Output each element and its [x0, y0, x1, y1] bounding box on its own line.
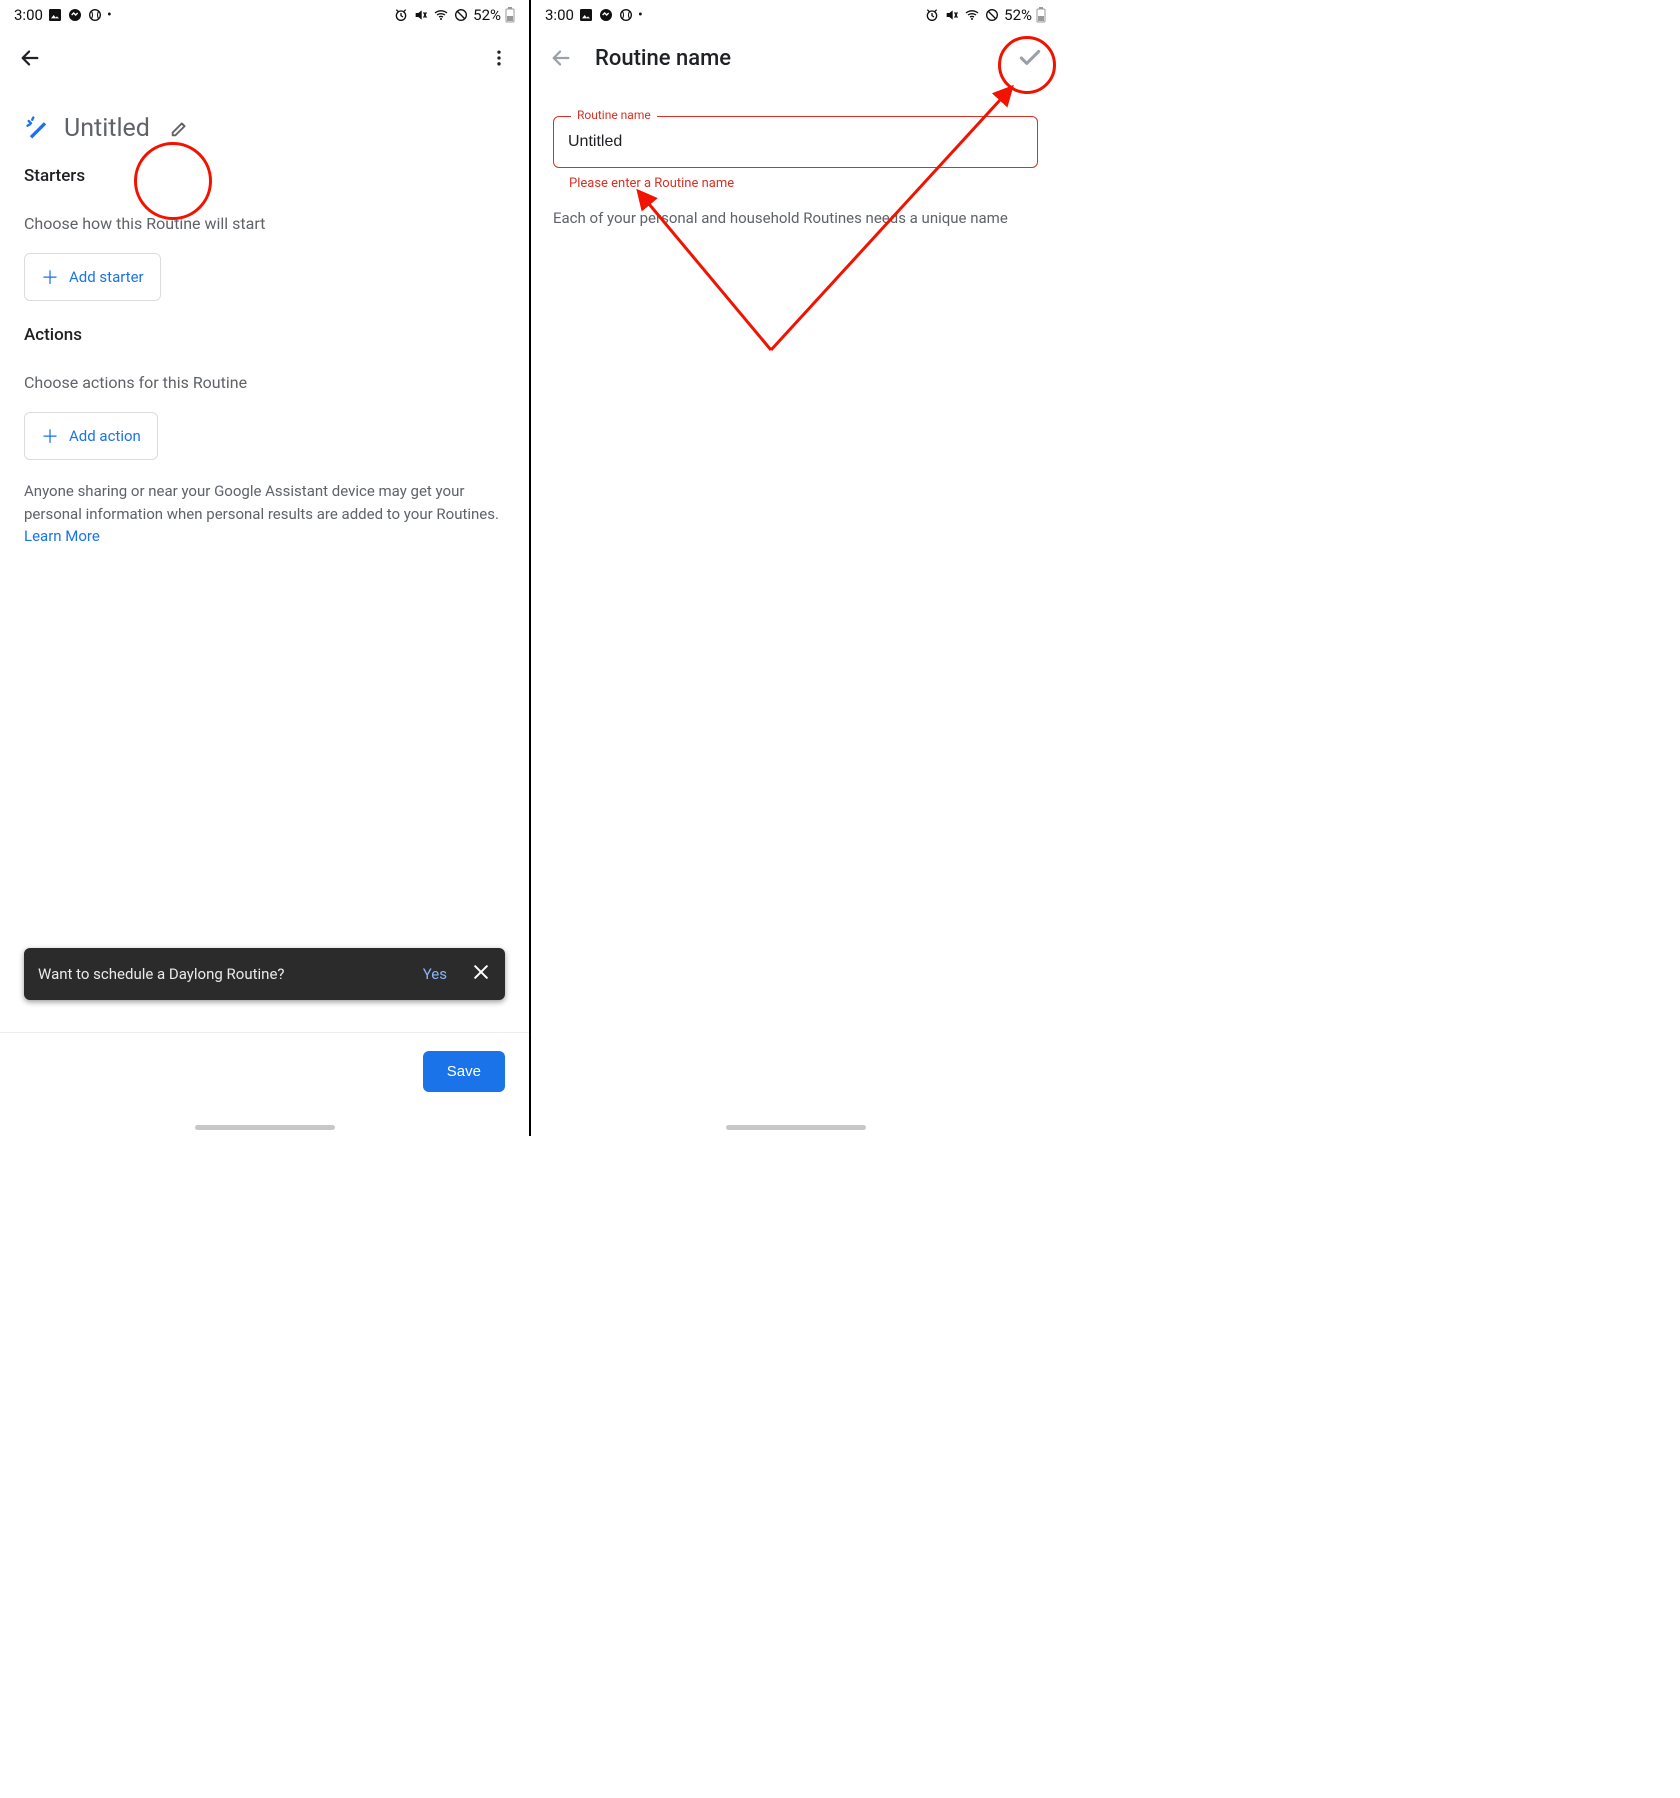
arrow-back-icon	[19, 47, 41, 69]
starters-section: Starters Choose how this Routine will st…	[0, 154, 529, 313]
add-starter-button[interactable]: ＋ Add starter	[24, 253, 161, 301]
app-bar: Routine name	[531, 30, 1060, 86]
magic-wand-icon	[24, 114, 52, 142]
screen-routine-name: 3:00 • 52% Routine name	[531, 0, 1060, 1136]
photo-icon	[47, 7, 63, 23]
learn-more-link[interactable]: Learn More	[24, 527, 100, 545]
edit-name-button[interactable]	[162, 110, 198, 146]
mute-icon	[413, 7, 429, 23]
privacy-text: Anyone sharing or near your Google Assis…	[24, 482, 499, 523]
daylong-snackbar: Want to schedule a Daylong Routine? Yes	[24, 948, 505, 1000]
add-action-label: Add action	[69, 427, 141, 445]
field-error: Please enter a Routine name	[553, 176, 1038, 191]
status-bar: 3:00 • 52%	[0, 0, 529, 30]
routine-name-field-wrap: Routine name Please enter a Routine name	[531, 86, 1060, 191]
wifi-icon	[433, 7, 449, 23]
check-icon	[1017, 45, 1043, 71]
save-button[interactable]: Save	[423, 1051, 505, 1092]
app-bar	[0, 30, 529, 86]
plus-icon: ＋	[41, 264, 59, 290]
mute-icon	[944, 7, 960, 23]
battery-icon	[505, 7, 515, 23]
wifi-icon	[964, 7, 980, 23]
screen-routine-edit: 3:00 • 52%	[0, 0, 529, 1136]
baseball-icon	[618, 7, 634, 23]
snackbar-yes-button[interactable]: Yes	[423, 965, 447, 983]
starters-subtext: Choose how this Routine will start	[24, 214, 505, 233]
helper-text: Each of your personal and household Rout…	[531, 191, 1060, 246]
arrow-back-icon	[550, 47, 572, 69]
confirm-button[interactable]	[1012, 40, 1048, 76]
no-sim-icon	[984, 7, 1000, 23]
actions-subtext: Choose actions for this Routine	[24, 373, 505, 392]
status-time: 3:00	[545, 6, 574, 24]
back-button[interactable]	[543, 40, 579, 76]
page-title: Routine name	[595, 46, 731, 71]
messenger-icon	[67, 7, 83, 23]
routine-name-input[interactable]	[553, 116, 1038, 168]
pencil-icon	[169, 117, 191, 139]
gesture-nav-bar[interactable]	[726, 1125, 866, 1130]
status-battery-text: 52%	[473, 6, 501, 24]
photo-icon	[578, 7, 594, 23]
status-bar: 3:00 • 52%	[531, 0, 1060, 30]
status-time: 3:00	[14, 6, 43, 24]
baseball-icon	[87, 7, 103, 23]
no-sim-icon	[453, 7, 469, 23]
status-battery-text: 52%	[1004, 6, 1032, 24]
field-label: Routine name	[571, 108, 657, 122]
battery-icon	[1036, 7, 1046, 23]
gesture-nav-bar[interactable]	[195, 1125, 335, 1130]
plus-icon: ＋	[41, 423, 59, 449]
alarm-icon	[924, 7, 940, 23]
overflow-menu-button[interactable]	[481, 40, 517, 76]
routine-title: Untitled	[64, 114, 150, 143]
more-notifications-dot: •	[107, 8, 112, 22]
more-vert-icon	[489, 48, 509, 68]
privacy-info: Anyone sharing or near your Google Assis…	[0, 472, 529, 556]
close-icon	[471, 962, 491, 982]
snackbar-close-button[interactable]	[471, 962, 491, 986]
starters-heading: Starters	[24, 166, 505, 186]
messenger-icon	[598, 7, 614, 23]
actions-heading: Actions	[24, 325, 505, 345]
add-starter-label: Add starter	[69, 268, 144, 286]
alarm-icon	[393, 7, 409, 23]
snackbar-text: Want to schedule a Daylong Routine?	[38, 965, 284, 983]
actions-section: Actions Choose actions for this Routine …	[0, 313, 529, 472]
back-button[interactable]	[12, 40, 48, 76]
more-notifications-dot: •	[638, 8, 643, 22]
add-action-button[interactable]: ＋ Add action	[24, 412, 158, 460]
bottom-bar: Save	[0, 1032, 529, 1136]
routine-title-row: Untitled	[0, 86, 529, 154]
